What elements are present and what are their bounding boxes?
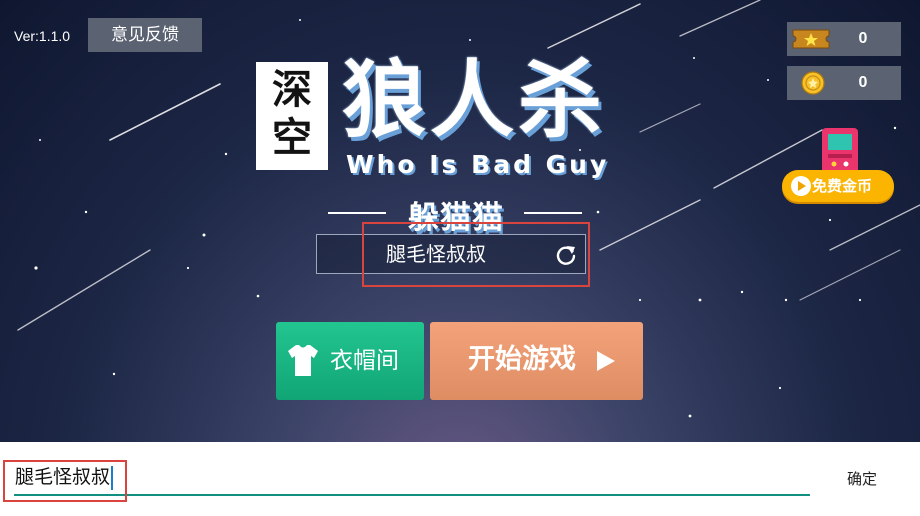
- arcade-machine-icon: [822, 128, 858, 174]
- wardrobe-button[interactable]: 衣帽间: [276, 322, 424, 400]
- start-game-label: 开始游戏: [468, 344, 576, 375]
- shirt-icon: [288, 345, 318, 376]
- logo-main-title: 狼人杀: [342, 51, 607, 149]
- logo-deep-badge: 深空: [256, 62, 328, 170]
- coin-icon: [801, 71, 825, 95]
- ticket-icon: [792, 29, 830, 49]
- ticket-count: 0: [858, 30, 868, 47]
- video-play-icon: [791, 176, 811, 196]
- game-scene: Ver:1.1.0 意见反馈 深空 狼人杀 Who Is Bad Guy 躲猫猫…: [0, 0, 920, 442]
- logo-deep-text: 深空: [272, 67, 312, 161]
- play-icon: [597, 351, 615, 371]
- feedback-button[interactable]: 意见反馈: [88, 18, 202, 52]
- confirm-button[interactable]: 确定: [836, 466, 888, 492]
- highlight-box-input: [3, 460, 127, 502]
- coin-count: 0: [858, 74, 868, 91]
- highlight-box-nickname: [362, 222, 590, 287]
- text-input-bar: 腿毛怪叔叔 确定: [0, 442, 920, 516]
- wardrobe-label: 衣帽间: [330, 348, 399, 374]
- coin-counter[interactable]: 0: [787, 66, 901, 100]
- version-label: Ver:1.1.0: [14, 28, 71, 44]
- input-underline: [14, 494, 810, 496]
- free-coins-button[interactable]: 免费金币: [782, 170, 894, 202]
- ticket-counter[interactable]: 0: [787, 22, 901, 56]
- mode-divider-right: [524, 212, 582, 214]
- mode-divider-left: [328, 212, 386, 214]
- start-game-button[interactable]: 开始游戏: [430, 322, 643, 400]
- free-coins-label: 免费金币: [812, 177, 873, 195]
- logo-subtitle: Who Is Bad Guy: [346, 150, 610, 179]
